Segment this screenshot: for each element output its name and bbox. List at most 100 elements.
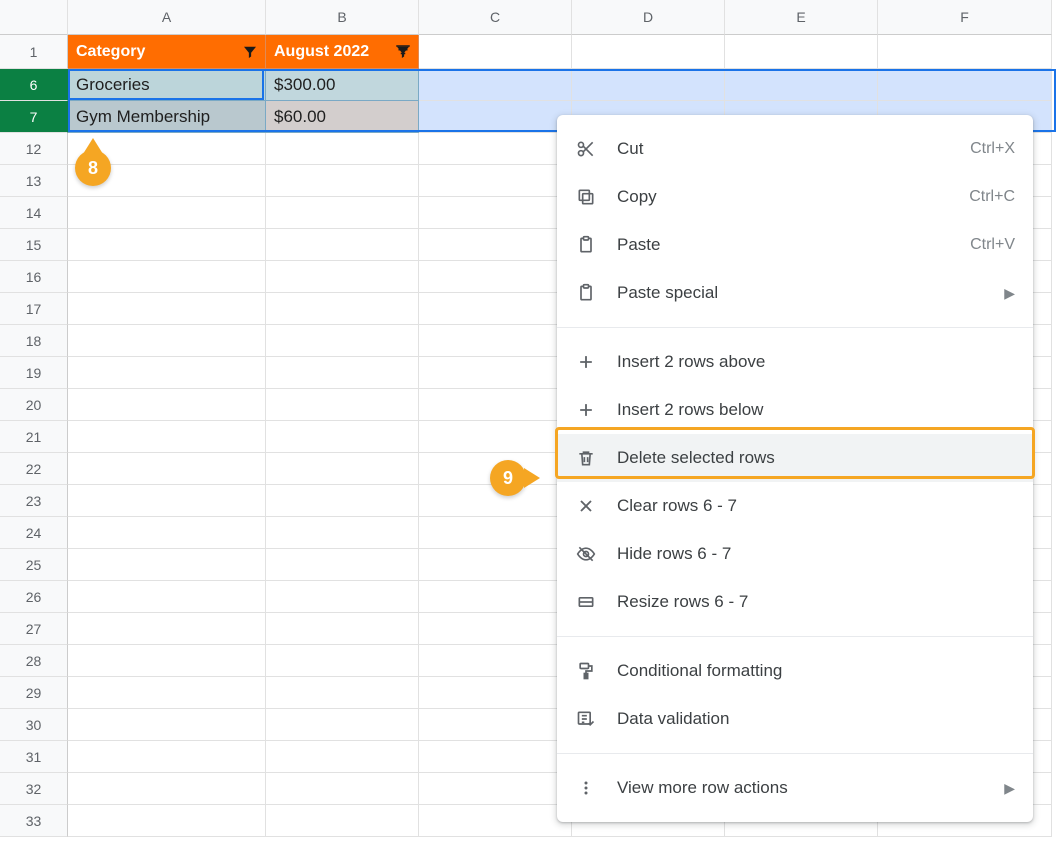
menu-item-cond-format[interactable]: Conditional formatting	[557, 647, 1033, 695]
cell[interactable]	[68, 773, 266, 805]
menu-item-hide-rows[interactable]: Hide rows 6 - 7	[557, 530, 1033, 578]
menu-item-insert-above[interactable]: Insert 2 rows above	[557, 338, 1033, 386]
row-header-13[interactable]: 13	[0, 165, 68, 197]
cell[interactable]	[419, 293, 572, 325]
cell[interactable]	[419, 69, 572, 101]
row-header-31[interactable]: 31	[0, 741, 68, 773]
cell-B7[interactable]: $60.00	[266, 101, 419, 133]
cell[interactable]	[419, 389, 572, 421]
cell[interactable]	[68, 389, 266, 421]
row-header-26[interactable]: 26	[0, 581, 68, 613]
cell[interactable]	[419, 581, 572, 613]
cell[interactable]	[68, 517, 266, 549]
cell[interactable]	[68, 357, 266, 389]
cell[interactable]	[419, 101, 572, 133]
cell[interactable]	[878, 35, 1052, 69]
cell[interactable]	[68, 229, 266, 261]
row-header-27[interactable]: 27	[0, 613, 68, 645]
cell[interactable]	[419, 741, 572, 773]
cell[interactable]	[266, 453, 419, 485]
cell[interactable]	[68, 613, 266, 645]
cell[interactable]	[266, 229, 419, 261]
cell[interactable]	[266, 485, 419, 517]
row-header-19[interactable]: 19	[0, 357, 68, 389]
column-header-B[interactable]: B	[266, 0, 419, 35]
menu-item-clear-rows[interactable]: Clear rows 6 - 7	[557, 482, 1033, 530]
cell[interactable]	[68, 485, 266, 517]
row-header-25[interactable]: 25	[0, 549, 68, 581]
cell[interactable]	[419, 645, 572, 677]
cell-A6[interactable]: Groceries	[68, 69, 266, 101]
cell[interactable]	[266, 805, 419, 837]
column-header-A[interactable]: A	[68, 0, 266, 35]
cell[interactable]	[266, 773, 419, 805]
cell[interactable]	[266, 549, 419, 581]
cell[interactable]	[68, 581, 266, 613]
cell[interactable]	[419, 613, 572, 645]
cell[interactable]	[68, 325, 266, 357]
cell[interactable]	[419, 357, 572, 389]
cell[interactable]	[878, 69, 1052, 101]
row-header-21[interactable]: 21	[0, 421, 68, 453]
row-header-18[interactable]: 18	[0, 325, 68, 357]
cell[interactable]	[266, 709, 419, 741]
row-header-33[interactable]: 33	[0, 805, 68, 837]
menu-item-copy[interactable]: CopyCtrl+C	[557, 173, 1033, 221]
cell[interactable]	[419, 805, 572, 837]
cell[interactable]	[266, 677, 419, 709]
cell[interactable]	[419, 165, 572, 197]
cell[interactable]	[266, 389, 419, 421]
menu-item-resize-rows[interactable]: Resize rows 6 - 7	[557, 578, 1033, 626]
cell[interactable]	[68, 677, 266, 709]
row-header-30[interactable]: 30	[0, 709, 68, 741]
row-header-14[interactable]: 14	[0, 197, 68, 229]
cell[interactable]	[266, 421, 419, 453]
cell-A7[interactable]: Gym Membership	[68, 101, 266, 133]
cell[interactable]	[68, 741, 266, 773]
menu-item-insert-below[interactable]: Insert 2 rows below	[557, 386, 1033, 434]
cell[interactable]	[266, 133, 419, 165]
cell[interactable]	[68, 133, 266, 165]
row-header-17[interactable]: 17	[0, 293, 68, 325]
row-header-22[interactable]: 22	[0, 453, 68, 485]
column-header-C[interactable]: C	[419, 0, 572, 35]
cell[interactable]	[419, 421, 572, 453]
cell[interactable]	[266, 517, 419, 549]
cell[interactable]	[68, 421, 266, 453]
cell[interactable]	[419, 773, 572, 805]
cell[interactable]	[68, 165, 266, 197]
cell[interactable]	[68, 709, 266, 741]
row-header-28[interactable]: 28	[0, 645, 68, 677]
menu-item-delete-rows[interactable]: Delete selected rows	[557, 434, 1033, 482]
row-header-7[interactable]: 7	[0, 101, 68, 133]
cell[interactable]	[68, 645, 266, 677]
cell[interactable]	[266, 645, 419, 677]
column-header-D[interactable]: D	[572, 0, 725, 35]
cell[interactable]	[266, 357, 419, 389]
cell[interactable]	[419, 517, 572, 549]
cell-B6[interactable]: $300.00	[266, 69, 419, 101]
menu-item-more[interactable]: View more row actions▶	[557, 764, 1033, 812]
select-all-corner[interactable]	[0, 0, 68, 35]
menu-item-data-valid[interactable]: Data validation	[557, 695, 1033, 743]
cell[interactable]	[68, 453, 266, 485]
cell[interactable]	[266, 293, 419, 325]
cell[interactable]	[419, 677, 572, 709]
cell[interactable]	[419, 229, 572, 261]
header-cell-august-2022[interactable]: August 2022	[266, 35, 419, 69]
row-header-29[interactable]: 29	[0, 677, 68, 709]
cell[interactable]	[68, 549, 266, 581]
menu-item-paste-special[interactable]: Paste special▶	[557, 269, 1033, 317]
cell[interactable]	[68, 293, 266, 325]
menu-item-cut[interactable]: CutCtrl+X	[557, 125, 1033, 173]
row-header-15[interactable]: 15	[0, 229, 68, 261]
cell[interactable]	[266, 165, 419, 197]
row-header-32[interactable]: 32	[0, 773, 68, 805]
row-header-23[interactable]: 23	[0, 485, 68, 517]
cell[interactable]	[419, 133, 572, 165]
column-header-E[interactable]: E	[725, 0, 878, 35]
cell[interactable]	[266, 325, 419, 357]
cell[interactable]	[266, 613, 419, 645]
cell[interactable]	[419, 485, 572, 517]
cell[interactable]	[419, 709, 572, 741]
